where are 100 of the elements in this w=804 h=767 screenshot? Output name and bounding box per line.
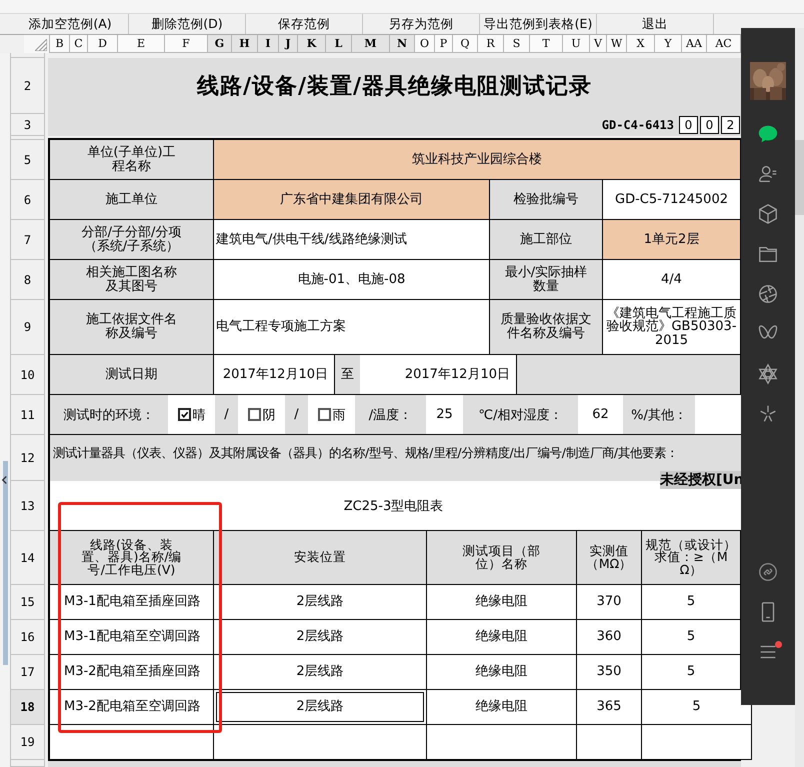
- checkbox-label[interactable]: 阴: [262, 406, 276, 424]
- checkbox-label[interactable]: 雨: [332, 406, 346, 424]
- column-header[interactable]: N: [390, 35, 415, 53]
- column-header[interactable]: B: [50, 35, 70, 53]
- column-header[interactable]: P: [435, 35, 453, 53]
- table-cell[interactable]: [50, 725, 214, 760]
- row-header[interactable]: 13: [10, 481, 45, 531]
- table-cell[interactable]: M3-2配电箱至插座回路: [50, 655, 214, 690]
- table-cell[interactable]: 62: [578, 395, 623, 434]
- column-header[interactable]: I: [258, 35, 279, 53]
- column-header[interactable]: U: [563, 35, 590, 53]
- table-cell[interactable]: 电施-01、电施-08: [214, 260, 490, 300]
- table-cell[interactable]: 2层线路: [214, 620, 427, 655]
- column-header[interactable]: S: [504, 35, 530, 53]
- column-header[interactable]: G: [208, 35, 232, 53]
- column-header[interactable]: T: [530, 35, 563, 53]
- column-header[interactable]: E: [118, 35, 165, 53]
- checkbox[interactable]: [318, 408, 330, 421]
- row-header[interactable]: 19: [10, 725, 45, 760]
- column-header[interactable]: L: [326, 35, 352, 53]
- table-cell[interactable]: 筑业科技产业园综合楼: [214, 140, 741, 180]
- row-header[interactable]: 18: [10, 690, 45, 725]
- table-cell[interactable]: M3-2配电箱至空调回路: [50, 690, 214, 725]
- table-cell[interactable]: 5: [642, 655, 741, 690]
- chevron-icon[interactable]: [1, 475, 8, 485]
- row-header[interactable]: 15: [10, 585, 45, 620]
- table-cell[interactable]: 绝缘电阻: [427, 655, 577, 690]
- row-header[interactable]: 6: [10, 180, 45, 220]
- row-header[interactable]: 7: [10, 220, 45, 260]
- table-cell[interactable]: 5: [642, 620, 741, 655]
- column-header[interactable]: AA: [682, 35, 707, 53]
- column-header[interactable]: AC: [707, 35, 741, 53]
- table-cell[interactable]: 365: [577, 690, 642, 725]
- table-cell[interactable]: [695, 395, 741, 434]
- table-cell[interactable]: 4/4: [603, 260, 741, 300]
- table-cell[interactable]: 2017年12月10日: [214, 355, 335, 395]
- checkbox[interactable]: [248, 408, 260, 421]
- column-header[interactable]: R: [478, 35, 504, 53]
- table-cell[interactable]: 350: [577, 655, 642, 690]
- column-header[interactable]: V: [590, 35, 607, 53]
- table-cell[interactable]: 电气工程专项施工方案: [214, 300, 490, 355]
- table-cell[interactable]: 5: [642, 585, 741, 620]
- table-cell[interactable]: 2层线路: [214, 655, 427, 690]
- table-cell[interactable]: 370: [577, 585, 642, 620]
- column-header[interactable]: Y: [655, 35, 682, 53]
- row-header[interactable]: 16: [10, 620, 45, 655]
- aperture-icon[interactable]: [757, 283, 779, 305]
- column-header[interactable]: F: [165, 35, 208, 53]
- table-cell[interactable]: [577, 725, 642, 760]
- table-cell[interactable]: 绝缘电阻: [427, 620, 577, 655]
- checkbox-label[interactable]: 晴: [192, 406, 206, 424]
- table-cell[interactable]: M3-1配电箱至空调回路: [50, 620, 214, 655]
- table-cell[interactable]: 广东省中建集团有限公司: [214, 180, 490, 220]
- table-cell[interactable]: 2层线路: [214, 585, 427, 620]
- table-cell[interactable]: 360: [577, 620, 642, 655]
- row-header[interactable]: 12: [10, 435, 45, 481]
- table-cell[interactable]: 《建筑电气工程施工质验收规范》GB50303-2015: [603, 300, 741, 355]
- column-header[interactable]: H: [232, 35, 258, 53]
- row-header[interactable]: 3: [10, 114, 45, 136]
- row-header[interactable]: 17: [10, 655, 45, 690]
- row-header[interactable]: 9: [10, 300, 45, 355]
- code-digit-field[interactable]: 2: [721, 116, 740, 134]
- row-header[interactable]: 8: [10, 260, 45, 300]
- column-header[interactable]: C: [70, 35, 88, 53]
- column-header[interactable]: K: [298, 35, 326, 53]
- table-cell[interactable]: 1单元2层: [603, 220, 741, 260]
- row-header[interactable]: 14: [10, 531, 45, 585]
- table-cell[interactable]: [427, 725, 577, 760]
- table-cell[interactable]: [642, 725, 752, 760]
- select-all-corner[interactable]: [24, 35, 50, 53]
- column-header[interactable]: J: [279, 35, 298, 53]
- column-header[interactable]: X: [627, 35, 655, 53]
- row-header[interactable]: 11: [10, 395, 45, 435]
- column-header[interactable]: M: [352, 35, 390, 53]
- table-cell[interactable]: 5: [642, 690, 752, 725]
- scrollbar-thumb[interactable]: [795, 140, 804, 215]
- cube-icon[interactable]: [757, 203, 779, 225]
- row-header[interactable]: 10: [10, 355, 45, 395]
- table-cell[interactable]: [214, 725, 427, 760]
- column-header[interactable]: W: [607, 35, 627, 53]
- star-icon[interactable]: [757, 363, 779, 385]
- column-header[interactable]: Q: [453, 35, 478, 53]
- link-icon[interactable]: [757, 561, 779, 583]
- code-digit-field[interactable]: 0: [679, 116, 698, 134]
- chat-icon[interactable]: [757, 123, 779, 145]
- checkbox[interactable]: [178, 408, 190, 421]
- column-header[interactable]: O: [415, 35, 435, 53]
- table-cell[interactable]: 建筑电气/供电干线/线路绝缘测试: [214, 220, 490, 260]
- row-header[interactable]: 2: [10, 58, 45, 114]
- table-cell[interactable]: GD-C5-71245002: [603, 180, 741, 220]
- row-header[interactable]: 5: [10, 140, 45, 180]
- table-cell[interactable]: [517, 355, 741, 395]
- table-cell[interactable]: 2层线路: [214, 690, 427, 725]
- contacts-icon[interactable]: [757, 163, 779, 185]
- table-cell[interactable]: M3-1配电箱至插座回路: [50, 585, 214, 620]
- column-header[interactable]: D: [88, 35, 118, 53]
- table-cell[interactable]: 绝缘电阻: [427, 690, 577, 725]
- table-cell[interactable]: 绝缘电阻: [427, 585, 577, 620]
- table-cell[interactable]: 25: [426, 395, 463, 434]
- code-digit-field[interactable]: 0: [700, 116, 719, 134]
